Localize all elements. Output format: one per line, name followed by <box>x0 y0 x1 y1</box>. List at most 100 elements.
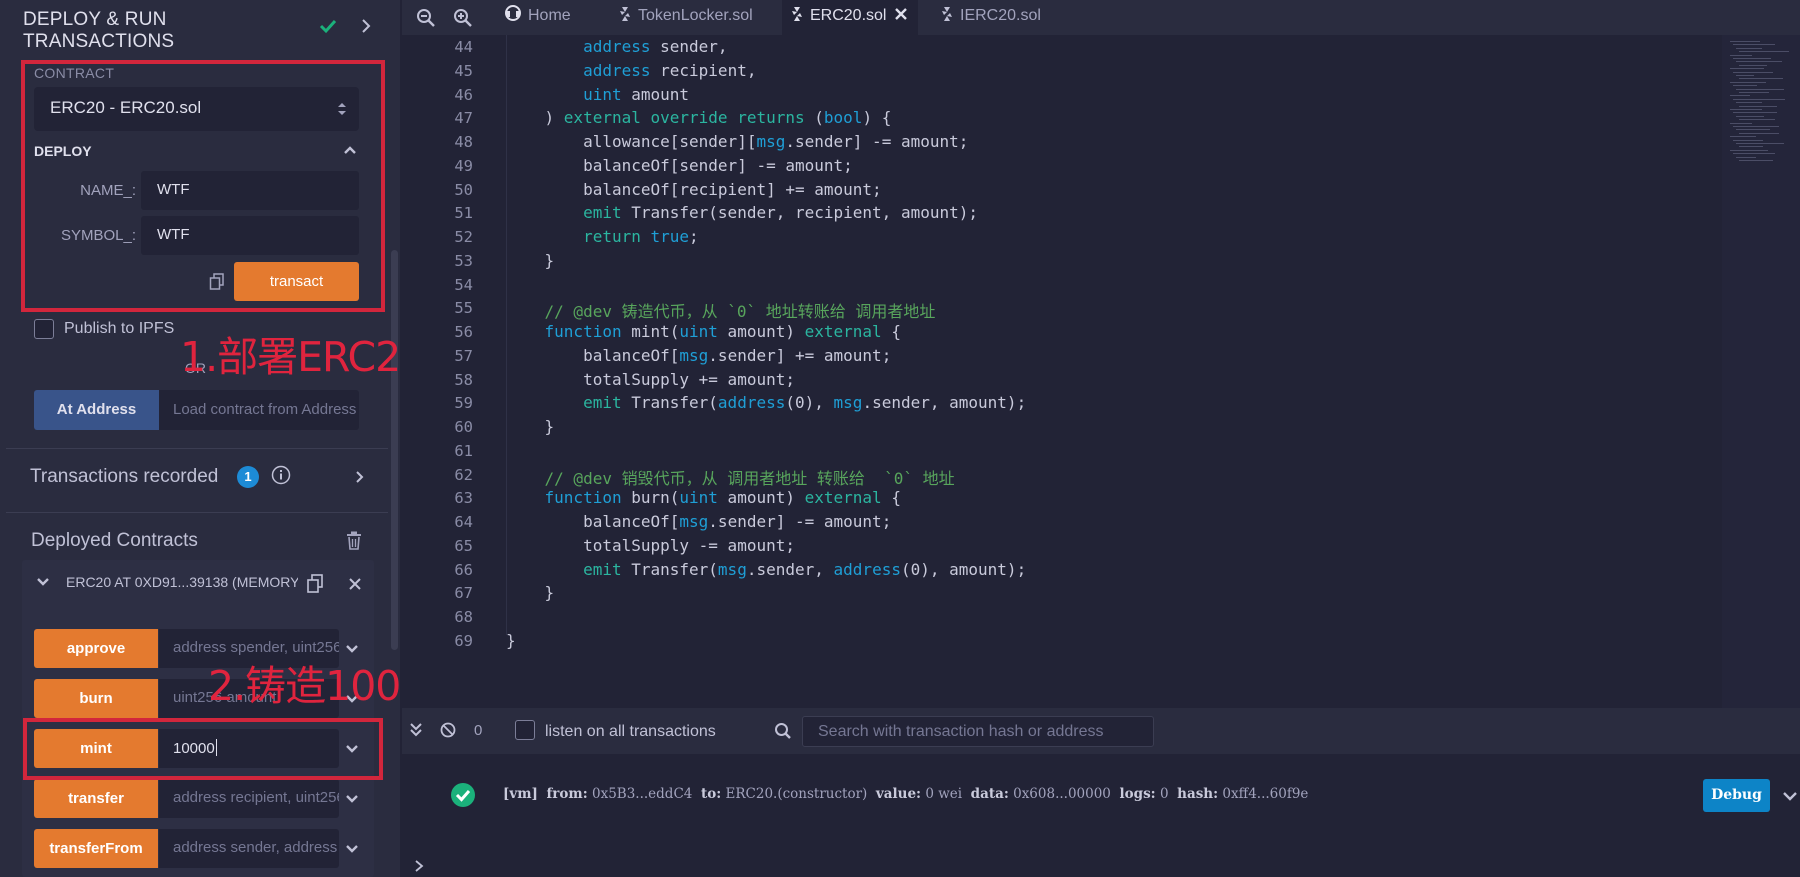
check-icon <box>319 19 337 34</box>
minimap-line <box>1733 58 1771 59</box>
code-line: uint amount <box>583 85 690 104</box>
at-address-input[interactable]: Load contract from Address <box>159 390 359 430</box>
code-line: // @dev 销毁代币，从 调用者地址 转账给 `0` 地址 <box>544 469 955 488</box>
transactions-recorded-label[interactable]: Transactions recorded <box>30 466 218 488</box>
close-icon[interactable] <box>894 7 908 21</box>
minimap-line <box>1736 143 1784 144</box>
minimap-line <box>1739 105 1777 107</box>
code-editor[interactable]: 44 45 46 47 48 49 50 51 52 53 54 55 56 57 58 59 60 61 62 63… <box>402 35 1720 708</box>
minimap-line <box>1739 132 1779 134</box>
minimap[interactable] <box>1722 35 1800 708</box>
burn-button[interactable]: burn <box>34 679 158 718</box>
chevron-down-icon[interactable] <box>36 577 50 587</box>
chevron-down-icon[interactable] <box>345 794 359 804</box>
tab-label: ERC20.sol <box>810 7 887 24</box>
line-number: 64 <box>454 513 473 531</box>
collapse-terminal-icon[interactable] <box>408 722 424 738</box>
tx-log-line[interactable]: [vm] from: 0x5B3...eddC4 to: ERC20.(cons… <box>503 786 1308 802</box>
minimap-line <box>1736 88 1784 90</box>
code-line: } <box>506 583 555 602</box>
minimap-line <box>1730 54 1752 56</box>
terminal-output <box>402 754 1800 877</box>
annotation-box-deploy <box>21 60 385 312</box>
code-line: balanceOf[msg.sender] -= amount; <box>506 512 892 531</box>
minimap-line <box>1739 160 1773 161</box>
at-address-button[interactable]: At Address <box>34 390 159 430</box>
log-hash: 0xff4...60f9e <box>1222 786 1309 802</box>
transferfrom-button[interactable]: transferFrom <box>34 829 158 868</box>
code-line: balanceOf[sender] -= amount; <box>506 156 853 175</box>
transferfrom-input[interactable]: address sender, address recipient, uint2… <box>159 829 339 868</box>
minimap-line <box>1733 98 1785 100</box>
trash-icon[interactable] <box>346 531 362 550</box>
chevron-down-icon[interactable] <box>345 844 359 854</box>
tab-ierc20[interactable]: IERC20.sol <box>932 0 1049 35</box>
code-line: address sender, <box>583 37 728 56</box>
line-number: 50 <box>454 181 473 199</box>
line-number: 63 <box>454 489 473 507</box>
close-icon[interactable] <box>349 578 361 590</box>
minimap-line <box>1739 119 1775 121</box>
listen-all-checkbox[interactable] <box>515 720 535 740</box>
annotation-box-mint <box>23 718 383 780</box>
listen-all-label: listen on all transactions <box>545 723 716 740</box>
code-line: return true; <box>583 227 699 246</box>
approve-button[interactable]: approve <box>34 629 158 668</box>
zoom-out-icon[interactable] <box>416 8 436 28</box>
line-number: 56 <box>454 323 473 341</box>
minimap-line <box>1733 153 1775 155</box>
minimap-line <box>1730 149 1768 151</box>
chevron-right-icon[interactable] <box>355 470 364 484</box>
minimap-line <box>1730 95 1750 97</box>
log-logs: 0 <box>1159 786 1169 802</box>
line-number: 61 <box>454 442 473 460</box>
log-data: 0x608...00000 <box>1013 786 1111 802</box>
tx-search-input[interactable]: Search with transaction hash or address <box>802 716 1154 747</box>
line-number: 47 <box>454 109 473 127</box>
code-line: emit Transfer(address(0), msg.sender, am… <box>583 393 1027 412</box>
line-number: 57 <box>454 347 473 365</box>
publish-ipfs-checkbox[interactable] <box>34 319 54 339</box>
chevron-down-icon[interactable] <box>1782 791 1798 802</box>
code-line: balanceOf[msg.sender] += amount; <box>506 346 892 365</box>
panel-title-line2: TRANSACTIONS <box>23 31 175 52</box>
tab-home[interactable]: Home <box>496 0 579 35</box>
minimap-line <box>1736 61 1782 63</box>
minimap-line <box>1736 129 1770 131</box>
minimap-line <box>1739 51 1789 53</box>
panel-title-line1: DEPLOY & RUN <box>23 9 167 30</box>
code-line: // @dev 铸造代币，从 `0` 地址转账给 调用者地址 <box>544 302 936 321</box>
line-number: 45 <box>454 62 473 80</box>
minimap-line <box>1730 122 1752 124</box>
line-number: 59 <box>454 394 473 412</box>
zoom-in-icon[interactable] <box>453 8 473 28</box>
transfer-button[interactable]: transfer <box>34 779 158 818</box>
log-to-label: to: <box>700 786 722 802</box>
copy-icon[interactable] <box>306 574 324 594</box>
tab-label: TokenLocker.sol <box>638 7 753 24</box>
panel-scrollbar[interactable] <box>391 250 398 650</box>
minimap-line <box>1739 78 1783 80</box>
debug-button[interactable]: Debug <box>1703 779 1770 812</box>
line-number: 60 <box>454 418 473 436</box>
chevron-right-icon[interactable] <box>360 18 372 34</box>
clear-console-icon[interactable] <box>440 722 456 738</box>
tab-erc20[interactable]: ERC20.sol <box>782 0 919 35</box>
line-number: 46 <box>454 86 473 104</box>
pending-tx-count: 0 <box>474 722 483 739</box>
line-number: 62 <box>454 466 473 484</box>
transfer-input[interactable]: address recipient, uint256 amount <box>159 779 339 818</box>
minimap-line <box>1730 136 1756 138</box>
remix-logo-icon <box>505 5 521 21</box>
line-number: 55 <box>454 299 473 317</box>
minimap-line <box>1739 146 1763 148</box>
line-number: 65 <box>454 537 473 555</box>
transactions-count-badge: 1 <box>237 466 259 488</box>
minimap-line <box>1733 126 1779 127</box>
info-icon[interactable] <box>271 465 291 485</box>
tab-tokenlocker[interactable]: TokenLocker.sol <box>610 0 761 35</box>
minimap-line <box>1736 47 1762 49</box>
minimap-line <box>1733 85 1757 87</box>
